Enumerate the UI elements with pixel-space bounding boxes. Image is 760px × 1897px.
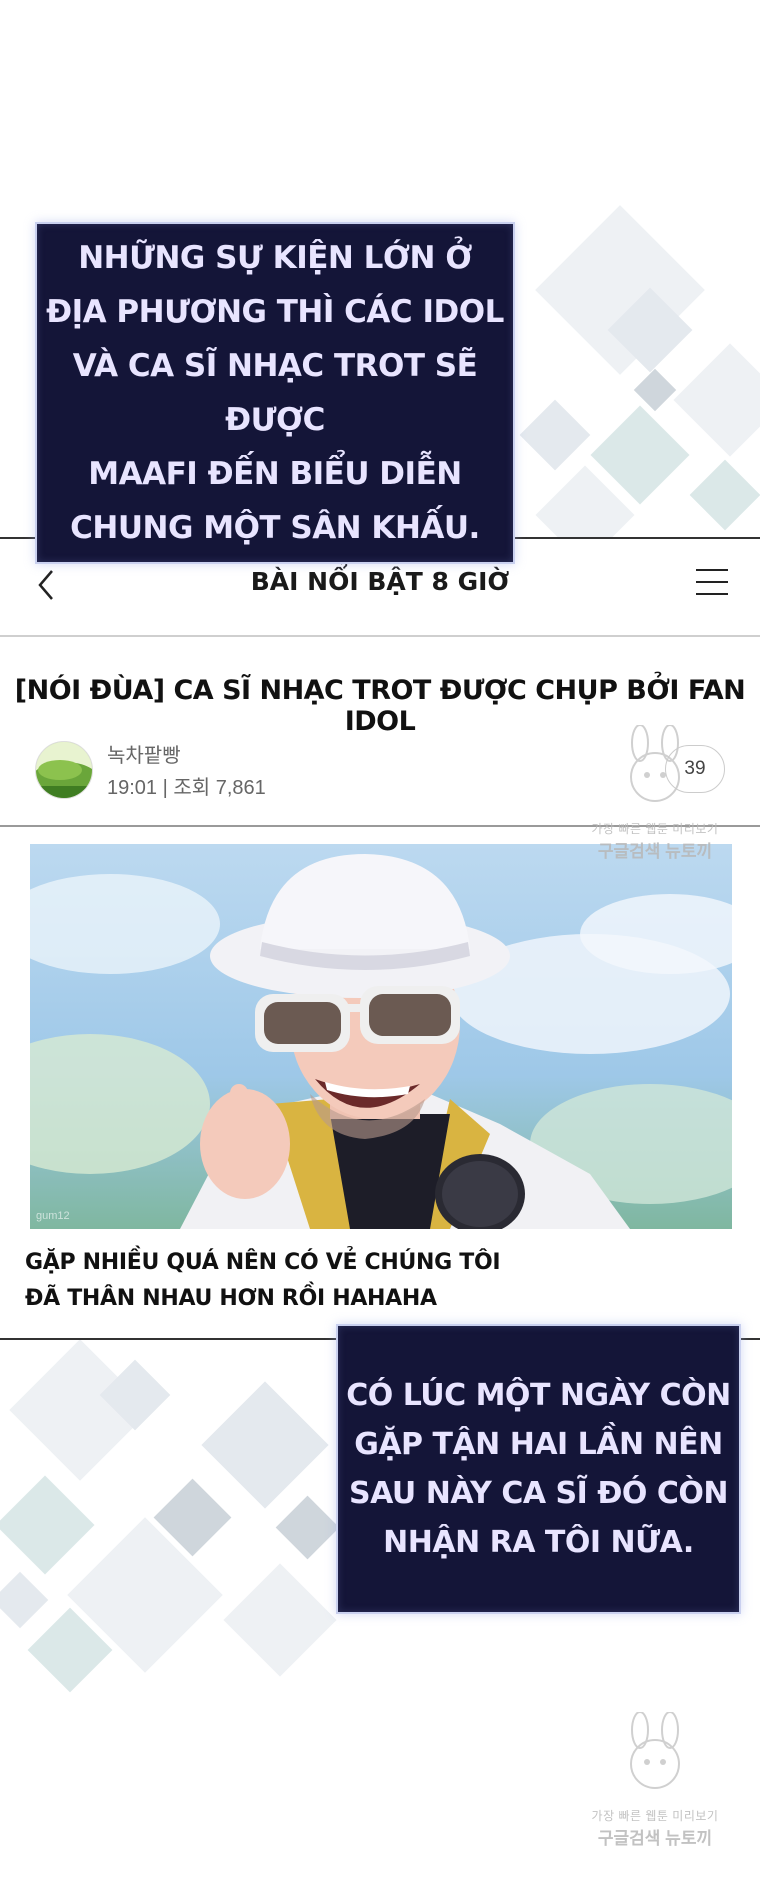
image-credit: gum12	[36, 1210, 70, 1222]
post-image: gum12	[30, 844, 732, 1229]
narration-box-1: NHỮNG SỰ KIỆN LỚN Ở ĐỊA PHƯƠNG THÌ CÁC I…	[35, 222, 515, 564]
watermark-bottom: 가장 빠른 웹툰 미리보기 구글검색 뉴토끼	[580, 1711, 730, 1849]
post-meta: 19:01 | 조회 7,861	[107, 777, 266, 799]
watermark-line-2: 구글검색 뉴토끼	[597, 1829, 713, 1848]
bunny-mascot-icon	[630, 1711, 680, 1789]
hamburger-menu-icon[interactable]	[696, 567, 728, 597]
post-image-caption: GẶP NHIỀU QUÁ NÊN CÓ VẺ CHÚNG TÔI ĐÃ THÂ…	[25, 1250, 501, 1311]
top-nav-bar: BÀI NỔI BẬT 8 GIỜ	[0, 559, 760, 609]
post-screen-panel: BÀI NỔI BẬT 8 GIỜ [NÓI ĐÙA] CA SĨ NHẠC T…	[0, 537, 760, 1340]
singer-illustration: gum12	[30, 844, 732, 1229]
nav-title: BÀI NỔI BẬT 8 GIỜ	[250, 567, 510, 596]
avatar[interactable]	[35, 741, 93, 799]
watermark-line-1: 가장 빠른 웹툰 미리보기	[591, 1809, 719, 1823]
narration-box-2: CÓ LÚC MỘT NGÀY CÒN GẶP TẬN HAI LẦN NÊN …	[336, 1324, 741, 1614]
watermark-top: 가장 빠른 웹툰 미리보기 구글검색 뉴토끼	[580, 724, 730, 862]
author-name[interactable]: 녹차팥빵	[107, 739, 181, 768]
watermark-line-2: 구글검색 뉴토끼	[597, 842, 713, 861]
nav-divider	[0, 635, 760, 637]
watermark-line-1: 가장 빠른 웹툰 미리보기	[591, 822, 719, 836]
bunny-mascot-icon	[630, 724, 680, 802]
